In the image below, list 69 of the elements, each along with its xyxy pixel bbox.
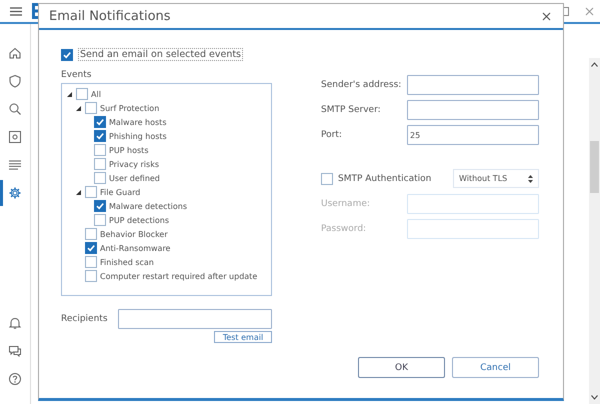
field-label: Sender's address: bbox=[321, 80, 402, 90]
logo bbox=[32, 3, 38, 19]
list-icon[interactable] bbox=[8, 158, 22, 172]
checkbox[interactable] bbox=[94, 214, 106, 226]
events-label: Events bbox=[61, 70, 92, 80]
checkbox[interactable] bbox=[321, 172, 333, 184]
checkbox[interactable] bbox=[94, 130, 106, 142]
tree-item-label[interactable]: Behavior Blocker bbox=[100, 230, 168, 238]
tree-item-label[interactable]: All bbox=[91, 90, 101, 98]
checkbox[interactable] bbox=[85, 228, 97, 240]
scroll-up-icon[interactable] bbox=[591, 62, 598, 67]
checkbox-label[interactable]: SMTP Authentication bbox=[338, 174, 453, 184]
recipients-field[interactable] bbox=[118, 309, 272, 329]
test-email-button[interactable]: Test email bbox=[214, 331, 272, 343]
tree-item-label[interactable]: Surf Protection bbox=[100, 104, 160, 112]
shield-icon[interactable] bbox=[8, 74, 22, 88]
cancel-button[interactable]: Cancel bbox=[452, 357, 539, 378]
checkbox[interactable] bbox=[94, 116, 106, 128]
encryption-dropdown[interactable]: Without TLS bbox=[453, 169, 539, 188]
checkbox-label[interactable]: Send an email on selected events bbox=[78, 48, 244, 61]
checkbox[interactable] bbox=[85, 102, 97, 114]
checkbox[interactable] bbox=[94, 158, 106, 170]
settings-icon[interactable] bbox=[8, 186, 22, 200]
checkbox[interactable] bbox=[85, 270, 97, 282]
chat-icon[interactable] bbox=[8, 344, 22, 358]
checkbox[interactable] bbox=[85, 186, 97, 198]
expand-toggle-icon[interactable] bbox=[75, 190, 82, 194]
scroll-thumb[interactable] bbox=[590, 141, 599, 193]
expand-toggle-icon[interactable] bbox=[75, 106, 82, 110]
checkbox[interactable] bbox=[94, 144, 106, 156]
scan-icon[interactable] bbox=[8, 130, 22, 144]
tree-item-label[interactable]: Finished scan bbox=[100, 258, 154, 266]
checkbox[interactable] bbox=[94, 172, 106, 184]
tree-item-label[interactable]: Anti-Ransomware bbox=[100, 244, 170, 252]
scrollbar[interactable] bbox=[589, 58, 600, 404]
input-field[interactable]: 25 bbox=[407, 125, 539, 145]
ok-button[interactable]: OK bbox=[358, 357, 445, 378]
field-label: SMTP Server: bbox=[321, 105, 381, 115]
tree-item-label[interactable]: PUP hosts bbox=[109, 146, 148, 154]
checkbox[interactable] bbox=[76, 88, 88, 100]
bell-icon[interactable] bbox=[8, 316, 22, 330]
tree-item-label[interactable]: User defined bbox=[109, 174, 160, 182]
tree-item-label[interactable]: File Guard bbox=[100, 188, 140, 196]
recipients-label: Recipients bbox=[61, 314, 108, 324]
search-icon[interactable] bbox=[8, 102, 22, 116]
checkbox[interactable] bbox=[85, 256, 97, 268]
dialog-title: Email Notifications bbox=[49, 8, 171, 24]
tree-item-label[interactable]: Malware hosts bbox=[109, 118, 166, 126]
menu-icon[interactable] bbox=[10, 6, 22, 16]
tree-item-label[interactable]: Malware detections bbox=[109, 202, 187, 210]
tree-item-label[interactable]: PUP detections bbox=[109, 216, 169, 224]
input-field[interactable] bbox=[407, 75, 539, 95]
close-icon[interactable] bbox=[542, 12, 551, 20]
tree-item-label[interactable]: Privacy risks bbox=[109, 160, 159, 168]
input-field[interactable] bbox=[407, 100, 539, 120]
active-indicator bbox=[0, 180, 3, 206]
help-icon[interactable] bbox=[8, 372, 22, 386]
home-icon[interactable] bbox=[8, 46, 22, 60]
spinner-arrows-icon bbox=[528, 174, 533, 182]
tree-item-label[interactable]: Phishing hosts bbox=[109, 132, 167, 140]
checkbox[interactable] bbox=[61, 48, 73, 60]
checkbox[interactable] bbox=[85, 242, 97, 254]
field-label: Username: bbox=[321, 199, 370, 209]
checkbox[interactable] bbox=[94, 200, 106, 212]
scroll-down-icon[interactable] bbox=[591, 395, 598, 400]
expand-toggle-icon[interactable] bbox=[66, 92, 73, 96]
field-label: Password: bbox=[321, 224, 366, 234]
field-label: Port: bbox=[321, 130, 342, 140]
tree-item-label[interactable]: Computer restart required after update bbox=[100, 272, 258, 280]
